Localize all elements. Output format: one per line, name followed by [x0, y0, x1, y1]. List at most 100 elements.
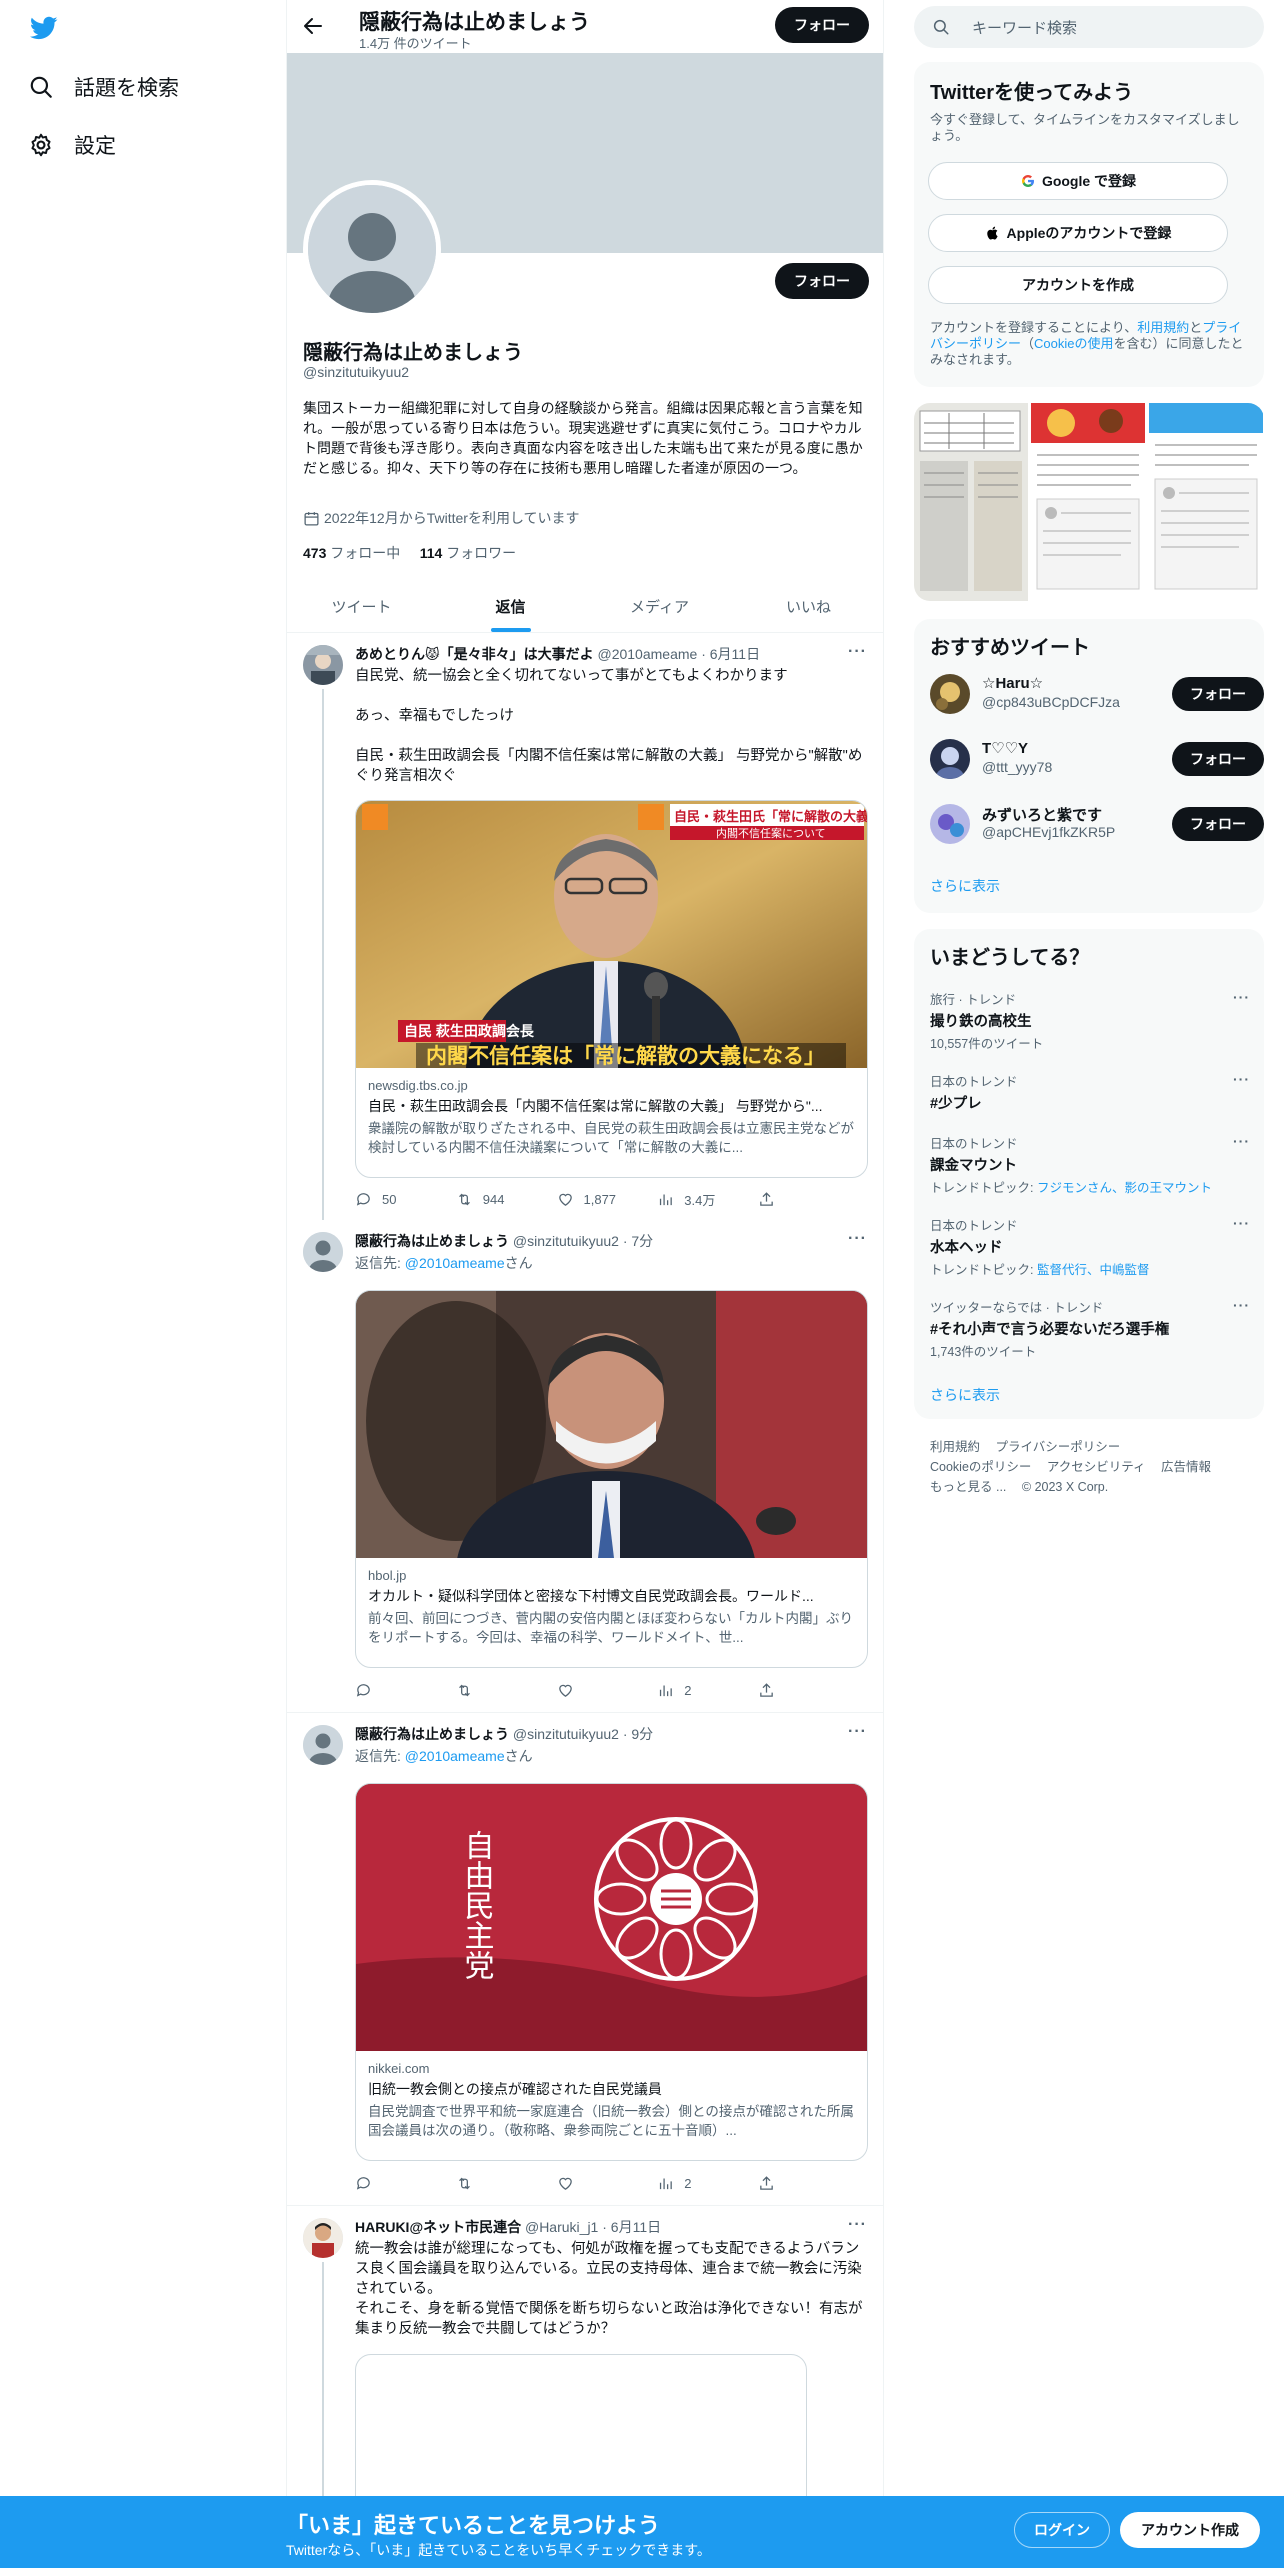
- more-options-icon[interactable]: ···: [848, 1723, 867, 1741]
- reply-to-handle[interactable]: @2010ameame: [405, 1255, 505, 1271]
- reply-button[interactable]: [355, 1682, 415, 1699]
- header-follow-button[interactable]: フォロー: [775, 7, 869, 43]
- recommend-user[interactable]: ☆Haru☆ @cp843uBCpDCFJza フォロー: [930, 672, 1264, 716]
- tweet-author-handle[interactable]: @sinzitutuikyuu2: [513, 1726, 619, 1742]
- avatar[interactable]: [303, 1232, 343, 1272]
- trends-show-more[interactable]: さらに表示: [930, 1385, 1000, 1405]
- share-button[interactable]: [758, 1190, 785, 1209]
- footer-link-privacy[interactable]: プライバシーポリシー: [996, 1440, 1121, 1454]
- like-button[interactable]: [557, 1682, 617, 1699]
- google-signup-button[interactable]: Google で登録: [928, 162, 1228, 200]
- more-options-icon[interactable]: ···: [1233, 1133, 1250, 1149]
- retweet-icon: [458, 2177, 470, 2190]
- reply-button[interactable]: [355, 2175, 415, 2192]
- twitter-logo-icon[interactable]: [28, 14, 60, 42]
- more-options-icon[interactable]: ···: [1233, 1297, 1250, 1313]
- tweet-time[interactable]: 6月11日: [611, 2219, 661, 2235]
- trend-item[interactable]: ツイッターならでは · トレンド #それ小声で言う必要ないだろ選手権 1,743…: [930, 1297, 1250, 1360]
- tweet-author-handle[interactable]: @sinzitutuikyuu2: [513, 1233, 619, 1249]
- share-button[interactable]: [758, 2175, 785, 2192]
- retweet-button[interactable]: 944: [456, 1190, 516, 1209]
- media-thumbnail[interactable]: [1031, 403, 1146, 601]
- tweet-time[interactable]: 6月11日: [710, 646, 760, 662]
- recommend-follow-button[interactable]: フォロー: [1172, 742, 1264, 776]
- tweet-author-name[interactable]: 隠蔽行為は止めましょう: [355, 1233, 509, 1249]
- like-button[interactable]: [557, 2175, 617, 2192]
- nav-explore[interactable]: 話題を検索: [28, 72, 179, 102]
- apple-signup-button[interactable]: Appleのアカウントで登録: [928, 214, 1228, 252]
- avatar[interactable]: [930, 804, 970, 844]
- link-card[interactable]: hbol.jp オカルト・疑似科学団体と密接な下村博文自民党政調会長。ワールド.…: [355, 1290, 868, 1668]
- more-options-icon[interactable]: ···: [848, 1230, 867, 1248]
- views-button[interactable]: 3.4万: [657, 1190, 717, 1209]
- reply-to-handle[interactable]: @2010ameame: [405, 1748, 505, 1764]
- recommend-user[interactable]: みずいろと紫です @apCHEvj1fkZKR5P フォロー: [930, 802, 1264, 846]
- share-button[interactable]: [758, 1682, 785, 1699]
- tweet-time[interactable]: 7分: [631, 1233, 653, 1249]
- footer-link-accessibility[interactable]: アクセシビリティ: [1047, 1460, 1146, 1474]
- tweet-author-handle[interactable]: @Haruki_j1: [525, 2219, 598, 2235]
- login-button[interactable]: ログイン: [1014, 2512, 1110, 2548]
- tweet[interactable]: 隠蔽行為は止めましょう @sinzitutuikyuu2 · 7分 ··· 返信…: [287, 1220, 883, 1713]
- tweet-author-name[interactable]: 隠蔽行為は止めましょう: [355, 1726, 509, 1742]
- recommend-follow-button[interactable]: フォロー: [1172, 807, 1264, 841]
- footer-link-ads[interactable]: 広告情報: [1161, 1460, 1211, 1474]
- tweet-time[interactable]: 9分: [631, 1726, 653, 1742]
- avatar[interactable]: [930, 739, 970, 779]
- trend-item[interactable]: 日本のトレンド 水本ヘッド トレンドトピック: 監督代行、中嶋監督 ···: [930, 1215, 1250, 1278]
- cookie-link[interactable]: Cookieの使用: [1034, 336, 1113, 351]
- tab-replies[interactable]: 返信: [436, 580, 585, 632]
- signup-button[interactable]: アカウント作成: [1120, 2512, 1260, 2548]
- footer-more[interactable]: もっと見る ...: [930, 1480, 1006, 1494]
- more-options-icon[interactable]: ···: [1233, 1215, 1250, 1231]
- recommend-follow-button[interactable]: フォロー: [1172, 677, 1264, 711]
- trend-item[interactable]: 旅行 · トレンド 撮り鉄の高校生 10,557件のツイート ···: [930, 989, 1250, 1052]
- trend-meta-links[interactable]: フジモンさん、影の王マウント: [1037, 1181, 1212, 1195]
- recommend-user[interactable]: T♡♡Y @ttt_yyy78 フォロー: [930, 737, 1264, 781]
- avatar[interactable]: [303, 645, 343, 685]
- views-button[interactable]: 2: [657, 1682, 717, 1699]
- followers-link[interactable]: 114 フォロワー: [420, 545, 516, 561]
- footer-link-terms[interactable]: 利用規約: [930, 1440, 980, 1454]
- profile-avatar[interactable]: [303, 180, 441, 318]
- footer-link-cookie[interactable]: Cookieのポリシー: [930, 1460, 1031, 1474]
- reply-button[interactable]: 50: [355, 1190, 415, 1209]
- recommend-show-more[interactable]: さらに表示: [930, 876, 1000, 896]
- back-arrow-icon[interactable]: [301, 14, 325, 38]
- following-link[interactable]: 473 フォロー中: [303, 545, 400, 561]
- search-box[interactable]: キーワード検索: [914, 6, 1264, 48]
- avatar[interactable]: [930, 674, 970, 714]
- tab-likes[interactable]: いいね: [734, 580, 883, 632]
- retweet-button[interactable]: [456, 1682, 516, 1699]
- link-card[interactable]: [355, 2354, 807, 2514]
- trend-item[interactable]: 日本のトレンド 課金マウント トレンドトピック: フジモンさん、影の王マウント …: [930, 1133, 1250, 1196]
- tweet[interactable]: 隠蔽行為は止めましょう @sinzitutuikyuu2 · 9分 ··· 返信…: [287, 1713, 883, 2206]
- trend-item[interactable]: 日本のトレンド #少プレ ···: [930, 1071, 1250, 1113]
- terms-link[interactable]: 利用規約: [1137, 320, 1189, 335]
- tweet[interactable]: あめとりん😾「是々非々」は大事だよ @2010ameame · 6月11日 ··…: [287, 633, 883, 1220]
- nav-settings[interactable]: 設定: [28, 130, 116, 160]
- tab-tweets[interactable]: ツイート: [287, 580, 436, 632]
- media-thumbnail[interactable]: [914, 403, 1029, 601]
- retweet-button[interactable]: [456, 2175, 516, 2192]
- link-card[interactable]: 自民・萩生田氏「常に解散の大義になる」 内閣不信任案について 自民 萩生田政調会…: [355, 800, 868, 1178]
- tweet-author-name[interactable]: HARUKI@ネット市民連合: [355, 2219, 521, 2235]
- card-image-illustration: 自民・萩生田氏「常に解散の大義になる」 内閣不信任案について 自民 萩生田政調会…: [356, 801, 867, 1068]
- tweet[interactable]: HARUKI@ネット市民連合 @Haruki_j1 · 6月11日 ··· 統一…: [287, 2206, 883, 2514]
- tweet-author-name[interactable]: あめとりん😾「是々非々」は大事だよ: [355, 646, 594, 662]
- tweet-author-handle[interactable]: @2010ameame: [597, 646, 697, 662]
- more-options-icon[interactable]: ···: [1233, 989, 1250, 1005]
- more-options-icon[interactable]: ···: [1233, 1071, 1250, 1087]
- create-account-button[interactable]: アカウントを作成: [928, 266, 1228, 304]
- tab-media[interactable]: メディア: [585, 580, 734, 632]
- like-button[interactable]: 1,877: [557, 1190, 617, 1209]
- avatar[interactable]: [303, 1725, 343, 1765]
- more-options-icon[interactable]: ···: [848, 643, 867, 661]
- trend-meta-links[interactable]: 監督代行、中嶋監督: [1037, 1263, 1150, 1277]
- link-card[interactable]: 自由民主党 nikkei.com 旧統一教会側との接点が確認された自民党議員 自…: [355, 1783, 868, 2161]
- avatar[interactable]: [303, 2218, 343, 2258]
- more-options-icon[interactable]: ···: [848, 2216, 867, 2234]
- media-thumbnail[interactable]: [1148, 403, 1264, 601]
- views-button[interactable]: 2: [657, 2175, 717, 2192]
- profile-follow-button[interactable]: フォロー: [775, 263, 869, 299]
